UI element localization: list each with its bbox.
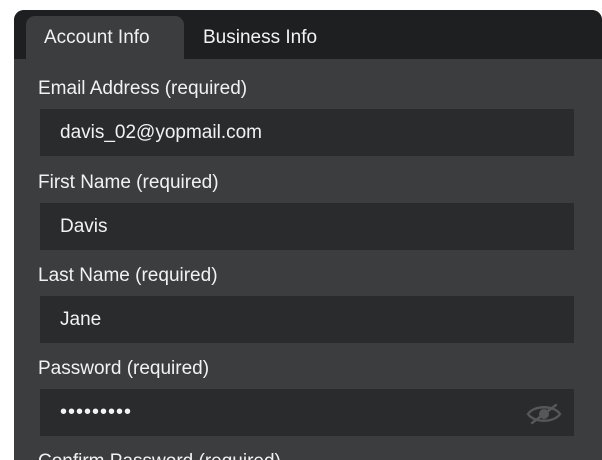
last-name-label: Last Name (required) [38, 265, 218, 286]
first-name-label: First Name (required) [38, 172, 219, 193]
password-field[interactable]: ••••••••• [40, 389, 574, 436]
tab-account-info[interactable]: Account Info [26, 16, 184, 59]
password-label: Password (required) [38, 358, 210, 379]
first-name-field[interactable]: Davis [40, 203, 574, 250]
tab-bar: Account Info Business Info [14, 10, 602, 59]
last-name-field[interactable]: Jane [40, 296, 574, 343]
email-field[interactable]: davis_02@yopmail.com [40, 109, 574, 156]
account-form-panel: Account Info Business Info Email Address… [14, 10, 602, 460]
email-label: Email Address (required) [38, 78, 248, 99]
tab-business-info[interactable]: Business Info [203, 16, 363, 59]
confirm-password-label: Confirm Password (required) [38, 451, 281, 460]
eye-icon[interactable] [526, 403, 562, 425]
